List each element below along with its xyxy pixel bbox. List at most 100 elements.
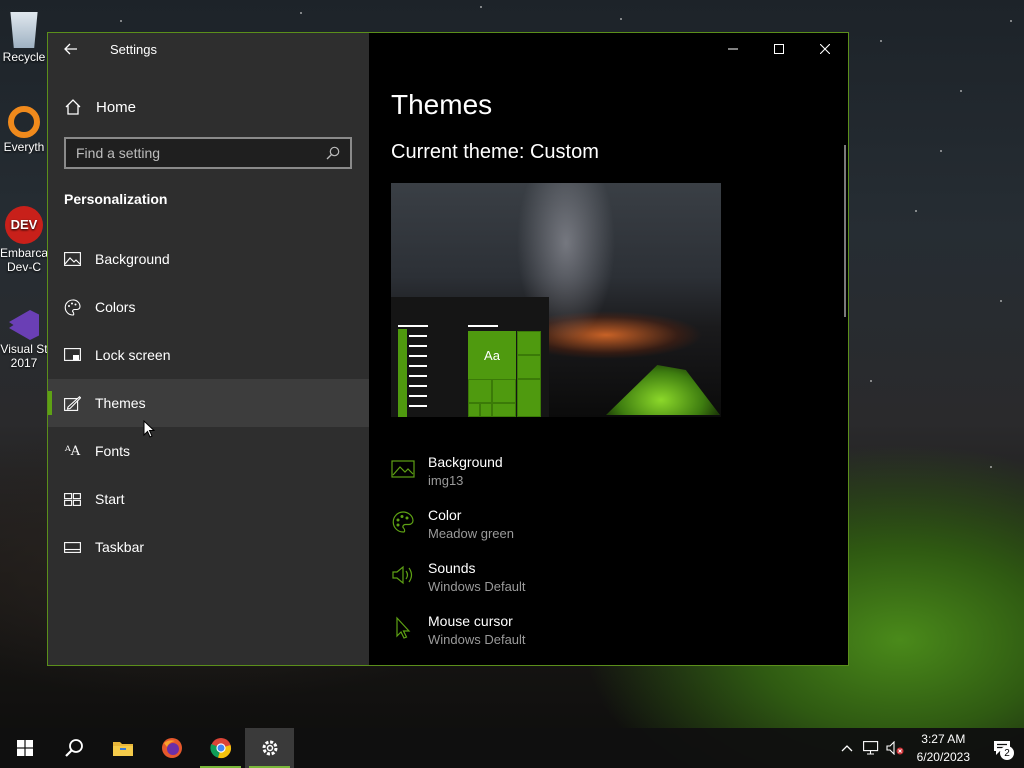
current-theme-title: Current theme: Custom <box>391 141 599 163</box>
home-link[interactable]: Home <box>64 95 136 119</box>
desktop-icon-label: Recycle <box>2 50 46 64</box>
desktop-icon-label: Visual St <box>0 342 48 356</box>
search-box[interactable] <box>64 137 352 169</box>
dev-cpp-icon: DEV <box>5 206 43 244</box>
palette-icon <box>392 511 414 533</box>
minimize-icon <box>728 48 738 50</box>
mouse-pointer-icon <box>143 420 155 438</box>
sidebar-item-label: Themes <box>95 395 146 411</box>
desktop-icon-everything[interactable]: Everyth <box>0 106 48 154</box>
preview-tile-header <box>468 325 498 327</box>
desktop-icon-label: Everyth <box>3 140 45 154</box>
chrome-icon <box>209 738 231 759</box>
cursor-icon <box>396 616 411 639</box>
sidebar-item-label: Background <box>95 251 170 267</box>
sidebar-item-background[interactable]: Background <box>48 235 369 283</box>
search-icon <box>64 739 83 757</box>
theme-setting-color[interactable]: Color Meadow green <box>391 506 514 543</box>
close-icon <box>820 44 830 54</box>
setting-value: Windows Default <box>428 579 526 594</box>
sidebar-item-label: Colors <box>95 299 136 315</box>
desktop-icon-label: Embarca <box>0 246 48 260</box>
notification-badge: 2 <box>1000 746 1014 760</box>
back-button[interactable] <box>48 33 94 65</box>
nav-list: Background Colors Lock screen Themes ᴬA … <box>48 235 369 571</box>
magnifier-icon <box>8 106 40 138</box>
title-bar: Settings <box>48 33 369 65</box>
preview-tent-image <box>606 365 720 415</box>
close-button[interactable] <box>802 33 848 65</box>
back-arrow-icon <box>64 43 77 55</box>
picture-icon <box>391 460 415 478</box>
sidebar-item-colors[interactable]: Colors <box>48 283 369 331</box>
maximize-button[interactable] <box>756 33 802 65</box>
clock-time: 3:27 AM <box>921 732 966 746</box>
minimize-button[interactable] <box>710 33 756 65</box>
speaker-icon <box>392 565 413 585</box>
theme-setting-sounds[interactable]: Sounds Windows Default <box>391 559 526 596</box>
sidebar-item-taskbar[interactable]: Taskbar <box>48 523 369 571</box>
desktop-icon-label: Dev-C <box>6 260 41 274</box>
fonts-icon: ᴬA <box>64 443 81 459</box>
setting-name: Background <box>428 454 503 470</box>
theme-setting-background[interactable]: Background img13 <box>391 453 503 490</box>
main-content: Themes Current theme: Custom Aa Backgrou… <box>369 33 848 665</box>
taskbar: 3:27 AM 6/20/2023 2 <box>0 728 1024 768</box>
setting-value: Windows Default <box>428 632 526 647</box>
chevron-up-icon[interactable] <box>835 728 859 768</box>
maximize-icon <box>774 44 784 54</box>
setting-name: Mouse cursor <box>428 613 513 629</box>
section-title: Personalization <box>64 191 168 207</box>
palette-icon <box>64 298 81 316</box>
search-icon[interactable] <box>326 146 340 160</box>
app-title: Settings <box>110 41 157 57</box>
desktop-icon-recycle-bin[interactable]: Recycle <box>0 8 48 64</box>
setting-name: Color <box>428 507 462 523</box>
sidebar-item-lock-screen[interactable]: Lock screen <box>48 331 369 379</box>
volume-muted-icon[interactable] <box>883 728 907 768</box>
sidebar-item-label: Taskbar <box>95 539 145 555</box>
recycle-bin-icon <box>10 12 38 48</box>
picture-icon <box>64 251 81 268</box>
theme-preview: Aa <box>391 183 721 417</box>
sidebar-item-start[interactable]: Start <box>48 475 369 523</box>
setting-value: img13 <box>428 473 464 488</box>
window-controls <box>710 33 848 65</box>
scrollbar[interactable] <box>844 145 846 317</box>
taskbar-search-button[interactable] <box>49 728 98 768</box>
preview-tile-aa: Aa <box>468 331 516 379</box>
setting-name: Sounds <box>428 560 476 576</box>
settings-icon <box>262 740 277 756</box>
taskbar-firefox[interactable] <box>147 728 196 768</box>
sidebar-item-label: Lock screen <box>95 347 171 363</box>
network-icon[interactable] <box>859 728 883 768</box>
sidebar-item-themes[interactable]: Themes <box>48 379 369 427</box>
taskbar-chrome[interactable] <box>196 728 245 768</box>
clock[interactable]: 3:27 AM 6/20/2023 <box>907 730 980 766</box>
system-tray: 3:27 AM 6/20/2023 2 <box>835 728 1024 768</box>
taskbar-file-explorer[interactable] <box>98 728 147 768</box>
sidebar-item-fonts[interactable]: ᴬA Fonts <box>48 427 369 475</box>
sidebar: Settings Home Personalization Background… <box>48 33 369 665</box>
theme-setting-mouse-cursor[interactable]: Mouse cursor Windows Default <box>391 612 526 649</box>
sidebar-item-label: Fonts <box>95 443 131 459</box>
themes-icon <box>64 395 81 412</box>
file-explorer-icon <box>112 742 133 756</box>
visual-studio-icon <box>9 310 39 340</box>
desktop-icon-dev-cpp[interactable]: DEV Embarca Dev-C <box>0 206 48 274</box>
setting-value: Meadow green <box>428 526 514 541</box>
desktop-icon-label: 2017 <box>10 356 38 370</box>
desktop-icon-visual-studio[interactable]: Visual St 2017 <box>0 310 48 370</box>
start-icon <box>64 491 81 508</box>
settings-window: Settings Home Personalization Background… <box>47 32 849 666</box>
taskbar-icon <box>64 539 81 556</box>
start-button[interactable] <box>0 728 49 768</box>
firefox-icon <box>161 738 182 758</box>
sidebar-item-label: Start <box>95 491 125 507</box>
windows-logo-icon <box>16 740 33 756</box>
action-center-button[interactable]: 2 <box>980 728 1024 768</box>
taskbar-settings[interactable] <box>245 728 294 768</box>
clock-date: 6/20/2023 <box>916 750 970 764</box>
page-title: Themes <box>391 89 493 120</box>
search-input[interactable] <box>76 145 326 161</box>
